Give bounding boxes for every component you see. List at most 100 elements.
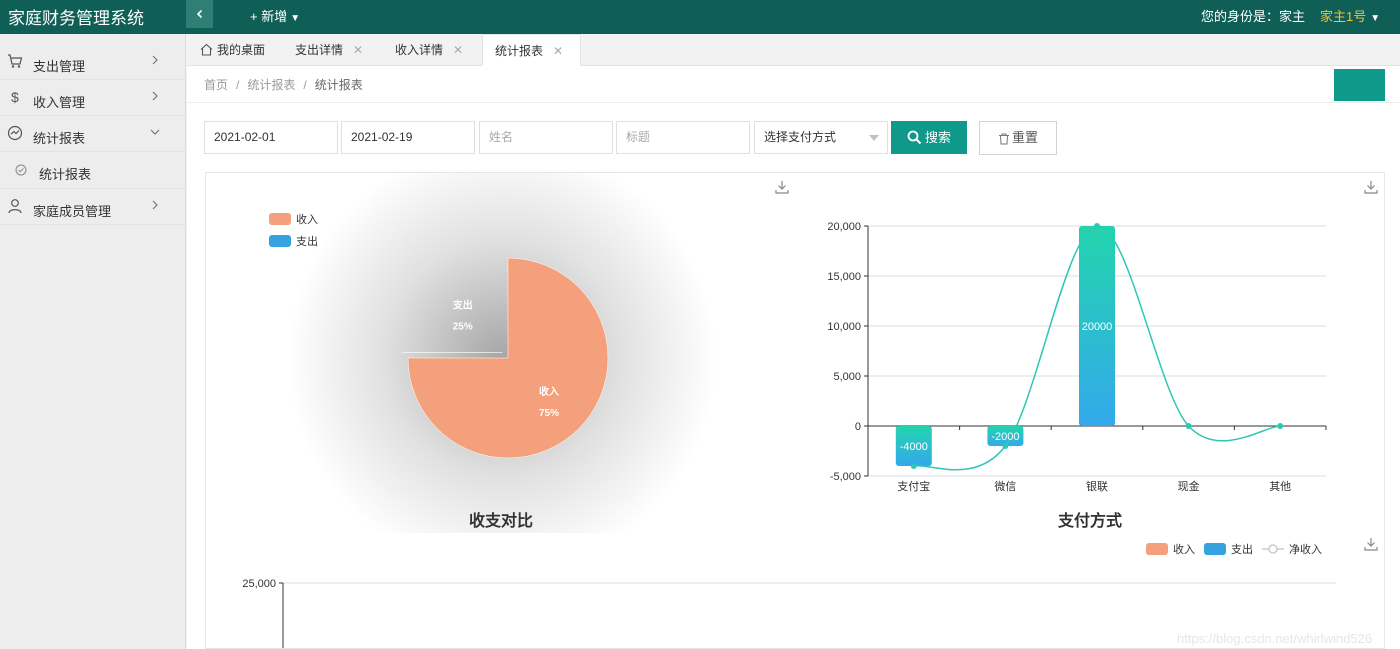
x-tick-label: 微信 — [994, 479, 1016, 493]
close-icon[interactable]: ✕ — [453, 43, 463, 57]
sidebar-item-income[interactable]: $ 收入管理 — [0, 80, 186, 116]
title-input[interactable]: 标题 — [616, 121, 750, 154]
chevron-right-icon — [152, 200, 158, 210]
y-tick-label: 15,000 — [827, 271, 861, 283]
legend-swatch — [1146, 543, 1168, 555]
bar-data-label: 20000 — [1082, 321, 1113, 333]
bar-data-label: -2000 — [991, 431, 1019, 443]
net-income-point — [1002, 443, 1009, 449]
reset-button[interactable]: 重置 — [979, 121, 1057, 155]
legend-label: 收入 — [296, 212, 318, 226]
tab-label: 收入详情 — [395, 43, 444, 57]
payment-method-select[interactable]: 选择支付方式 — [754, 121, 888, 154]
legend-label: 净收入 — [1289, 542, 1322, 556]
sidebar: 支出管理 $ 收入管理 统计报表 统计报表 家庭成员管理 — [0, 34, 186, 649]
net-income-point — [1185, 423, 1192, 429]
start-date-input[interactable]: 2021-02-01 — [204, 121, 338, 154]
sidebar-subitem-label: 统计报表 — [39, 167, 92, 182]
net-income-point — [910, 463, 917, 469]
pie-slice-percent: 25% — [453, 322, 473, 333]
caret-down-icon: ▼ — [1370, 13, 1381, 24]
breadcrumb-home[interactable]: 首页 — [204, 78, 228, 92]
pie-chart-title: 收支对比 — [469, 513, 534, 530]
close-icon[interactable]: ✕ — [553, 44, 563, 58]
dollar-icon: $ — [11, 89, 19, 105]
y-tick-label: 10,000 — [827, 321, 861, 333]
user-menu[interactable]: 家主1号 ▼ — [1320, 6, 1380, 25]
sidebar-item-label: 支出管理 — [33, 59, 86, 74]
bottom-legend: 收入 支出 净收入 — [1146, 542, 1322, 556]
sidebar-item-reports[interactable]: 统计报表 — [0, 116, 186, 152]
chevron-down-icon — [150, 129, 160, 135]
breadcrumb-separator: / — [236, 78, 240, 92]
tab-label: 统计报表 — [495, 44, 544, 58]
caret-down-icon — [869, 135, 879, 141]
sidebar-subitem-reports[interactable]: 统计报表 — [0, 152, 186, 189]
bar-x-axis-labels: 支付宝 微信 银联 现金 其他 — [867, 426, 1327, 493]
search-label: 搜索 — [925, 130, 952, 145]
tab-bar: 我的桌面 支出详情 ✕ 收入详情 ✕ 统计报表 ✕ — [187, 34, 1400, 67]
legend-label: 收入 — [1173, 542, 1195, 556]
search-button[interactable]: 搜索 — [891, 121, 967, 154]
main-content: 首页 / 统计报表 / 统计报表 2021-02-01 2021-02-19 姓名 标题… — [187, 66, 1400, 649]
bar-chart-title: 支付方式 — [1058, 513, 1123, 530]
top-header: 家庭财务管理系统 + 新增 ▼ 您的身份是：家主 家主1号 ▼ — [0, 0, 1400, 34]
tab-desktop[interactable]: 我的桌面 — [200, 34, 265, 66]
tab-expense-detail[interactable]: 支出详情 ✕ — [295, 34, 363, 66]
pie-legend: 收入支出 — [269, 212, 318, 248]
sidebar-collapse-button[interactable] — [186, 0, 213, 28]
sidebar-item-expense[interactable]: 支出管理 — [0, 44, 186, 80]
breadcrumb: 首页 / 统计报表 / 统计报表 — [204, 76, 363, 93]
user-icon — [8, 199, 22, 214]
circle-check-icon — [15, 164, 27, 176]
chevron-right-icon — [152, 55, 158, 65]
pie-shadow — [287, 173, 717, 533]
y-tick-label: 0 — [855, 421, 861, 433]
bottom-axis: 25,000 — [242, 578, 1336, 648]
svg-text:$: $ — [11, 89, 19, 105]
refresh-button[interactable] — [1334, 69, 1385, 101]
net-income-point — [1094, 223, 1100, 229]
breadcrumb-current: 统计报表 — [314, 78, 363, 92]
sidebar-item-members[interactable]: 家庭成员管理 — [0, 189, 186, 225]
new-menu-label: + 新增 — [250, 9, 288, 24]
pie-slice-name: 支出 — [452, 299, 473, 312]
y-tick-label: 20,000 — [827, 221, 861, 233]
tab-income-detail[interactable]: 收入详情 ✕ — [395, 34, 463, 66]
cart-icon — [8, 54, 23, 68]
y-tick-label: 25,000 — [242, 578, 276, 590]
sidebar-item-label: 家庭成员管理 — [33, 204, 112, 219]
legend-marker — [1268, 544, 1278, 554]
tab-label: 我的桌面 — [217, 43, 266, 57]
breadcrumb-item[interactable]: 统计报表 — [247, 78, 295, 92]
pie-chart-income-expense: 收入支出 收入75%支出25% — [269, 173, 717, 533]
search-icon — [907, 130, 922, 145]
app-title: 家庭财务管理系统 — [8, 9, 144, 28]
legend-label: 支出 — [296, 234, 318, 248]
close-icon[interactable]: ✕ — [353, 43, 363, 57]
y-tick-label: 5,000 — [833, 371, 861, 383]
payment-method-value: 选择支付方式 — [764, 130, 837, 144]
bar-data-label: -4000 — [900, 441, 928, 453]
sidebar-item-label: 统计报表 — [33, 131, 86, 146]
x-tick-label: 银联 — [1086, 479, 1108, 493]
chart-line-icon — [7, 125, 23, 141]
tab-label: 支出详情 — [295, 43, 344, 57]
breadcrumb-separator: / — [303, 78, 307, 92]
name-input[interactable]: 姓名 — [479, 121, 613, 154]
end-date-input[interactable]: 2021-02-19 — [341, 121, 475, 154]
legend-swatch — [1204, 543, 1226, 555]
sidebar-item-label: 收入管理 — [33, 95, 86, 110]
legend-swatch — [269, 235, 291, 247]
legend-swatch — [269, 213, 291, 225]
home-icon — [200, 43, 213, 56]
bar-chart-payment-method: -5,000 0 5,000 10,000 15,000 20,000 支付宝 微信 银联 现金… — [827, 221, 1327, 493]
tab-reports[interactable]: 统计报表 ✕ — [482, 34, 581, 67]
divider — [187, 102, 1400, 103]
caret-down-icon: ▼ — [290, 13, 301, 24]
chevron-right-icon — [152, 91, 158, 101]
x-tick-label: 现金 — [1178, 479, 1200, 493]
x-tick-label: 其他 — [1269, 480, 1291, 493]
new-menu-button[interactable]: + 新增 ▼ — [250, 6, 300, 25]
net-income-point — [1277, 423, 1284, 429]
